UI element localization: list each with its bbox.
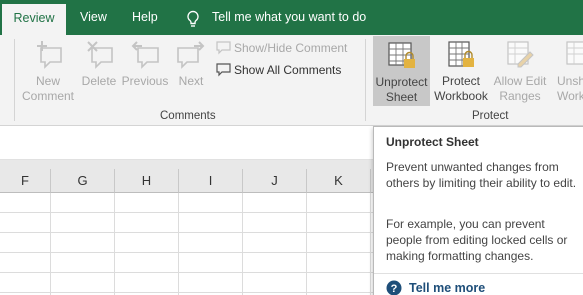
delete-comment-button[interactable]: Delete xyxy=(78,35,120,89)
ribbon-panel: · New Comment Delete Previous Next xyxy=(0,35,583,126)
comments-group-label: Comments xyxy=(160,110,216,122)
delete-comment-icon xyxy=(87,41,113,69)
tell-me-text: Tell me what you want to do xyxy=(212,10,367,24)
column-header-f[interactable]: F xyxy=(0,169,51,193)
next-comment-icon xyxy=(177,41,205,69)
tab-view[interactable]: View xyxy=(80,0,107,35)
delete-label: Delete xyxy=(81,74,117,88)
show-hide-comment-icon xyxy=(216,41,231,55)
previous-comment-icon xyxy=(131,41,159,69)
column-header-j[interactable]: J xyxy=(243,169,307,193)
grid-line xyxy=(242,193,243,295)
column-header-i[interactable]: I xyxy=(179,169,243,193)
unprotect-sheet-label: Unprotect Sheet xyxy=(375,75,428,104)
protect-workbook-label: Protect Workbook xyxy=(434,74,488,103)
protect-group-label: Protect xyxy=(472,110,509,122)
tab-review[interactable]: Review xyxy=(2,4,66,35)
allow-edit-ranges-icon xyxy=(507,41,534,68)
tooltip-divider xyxy=(374,273,583,274)
group-separator xyxy=(14,39,15,121)
tooltip-example: For example, you can prevent people from… xyxy=(386,217,568,263)
next-label: Next xyxy=(178,74,204,88)
tab-help[interactable]: Help xyxy=(132,0,158,35)
show-hide-comment-label: Show/Hide Comment xyxy=(234,41,348,55)
grid-line xyxy=(178,193,179,295)
grid-line xyxy=(50,193,51,295)
tooltip-title: Unprotect Sheet xyxy=(386,135,479,149)
next-comment-button[interactable]: Next xyxy=(172,35,210,89)
column-header-k[interactable]: K xyxy=(307,169,371,193)
unprotect-sheet-icon xyxy=(387,42,415,68)
grid-line xyxy=(306,193,307,295)
column-header-h[interactable]: H xyxy=(115,169,179,193)
grid-line xyxy=(114,193,115,295)
unprotect-sheet-button[interactable]: Unprotect Sheet xyxy=(373,36,430,106)
grid-line xyxy=(370,193,371,295)
allow-edit-ranges-button[interactable]: Allow Edit Ranges xyxy=(491,35,549,104)
new-comment-label: New Comment xyxy=(22,74,75,103)
new-comment-icon xyxy=(37,41,62,69)
allow-edit-ranges-label: Allow Edit Ranges xyxy=(493,74,547,103)
unshare-workbook-icon xyxy=(566,41,583,65)
group-separator xyxy=(365,39,366,121)
show-all-comments-icon xyxy=(216,63,231,77)
unshare-workbook-button[interactable]: Unsh Work xyxy=(553,35,583,104)
protect-workbook-button[interactable]: Protect Workbook xyxy=(432,35,490,104)
unshare-workbook-label: Unsh Work xyxy=(557,74,583,103)
column-header-g[interactable]: G xyxy=(51,169,115,193)
previous-comment-button[interactable]: Previous xyxy=(121,35,169,89)
show-all-comments-label: Show All Comments xyxy=(234,63,342,77)
protect-workbook-icon xyxy=(448,41,474,67)
unprotect-sheet-tooltip: Unprotect Sheet Prevent unwanted changes… xyxy=(373,126,583,295)
svg-text:?: ? xyxy=(391,283,398,295)
help-question-icon: ? xyxy=(386,280,402,295)
new-comment-button[interactable]: New Comment xyxy=(22,35,74,104)
tell-me-more-label: Tell me more xyxy=(409,281,486,295)
tooltip-description: Prevent unwanted changes from others by … xyxy=(386,160,577,190)
ribbon-tab-bar: Review View Help Tell me what you want t… xyxy=(0,0,583,35)
previous-label: Previous xyxy=(121,74,169,88)
lightbulb-icon xyxy=(187,10,199,27)
